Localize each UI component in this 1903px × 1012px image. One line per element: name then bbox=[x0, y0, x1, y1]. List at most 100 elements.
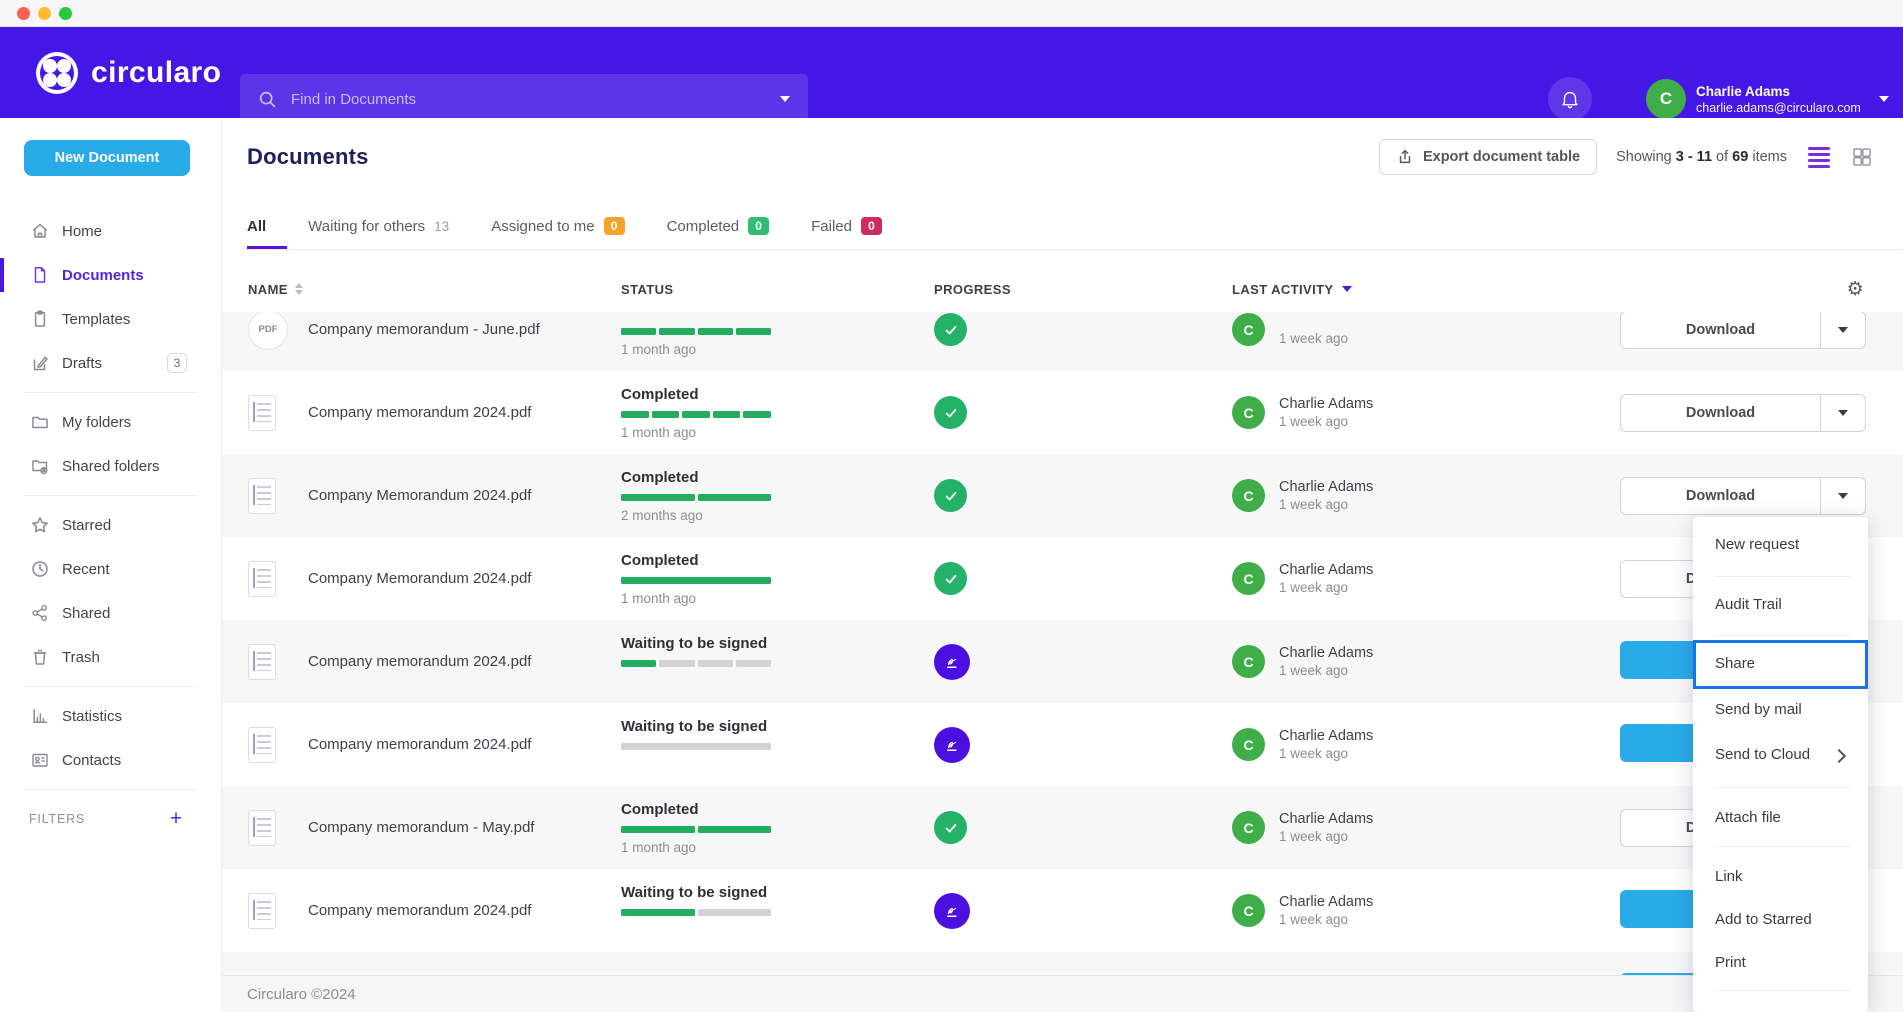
status-time: 2 months ago bbox=[621, 507, 934, 524]
table-row[interactable]: Company memorandum 2024.pdf Waiting to b… bbox=[222, 620, 1903, 703]
table-row[interactable]: Company memorandum - May.pdf Completed 1… bbox=[222, 786, 1903, 869]
menu-item-audit-trail[interactable]: Audit Trail bbox=[1715, 596, 1782, 614]
sidebar-item-shared-folders[interactable]: Shared folders bbox=[0, 444, 221, 488]
minimize-window-button[interactable] bbox=[38, 7, 51, 20]
sidebar-item-label: Drafts bbox=[62, 355, 102, 372]
sidebar-item-label: Home bbox=[62, 223, 102, 240]
zoom-window-button[interactable] bbox=[59, 7, 72, 20]
search-input[interactable] bbox=[289, 90, 780, 109]
menu-item-send-by-mail[interactable]: Send by mail bbox=[1715, 701, 1802, 719]
document-name[interactable]: Company Memorandum 2024.pdf bbox=[308, 570, 621, 587]
table-row[interactable]: PDF Company memorandum - June.pdf 1 mont… bbox=[222, 312, 1903, 371]
table-row[interactable]: Company Memorandum 2024.pdf Completed 2 … bbox=[222, 454, 1903, 537]
row-actions-dropdown-button[interactable] bbox=[1820, 312, 1865, 348]
user-menu[interactable]: C Charlie Adams charlie.adams@circularo.… bbox=[1646, 79, 1889, 119]
menu-divider bbox=[1715, 846, 1850, 847]
sidebar-item-starred[interactable]: Starred bbox=[0, 503, 221, 547]
sidebar-item-label: Documents bbox=[62, 267, 144, 284]
tab-badge: 0 bbox=[604, 217, 625, 235]
menu-item-share[interactable]: Share bbox=[1715, 655, 1755, 673]
tab-waiting-for-others[interactable]: Waiting for others 13 bbox=[287, 203, 470, 249]
table-row[interactable] bbox=[222, 952, 1903, 975]
document-name[interactable]: Company memorandum 2024.pdf bbox=[308, 653, 621, 670]
document-thumbnail-icon bbox=[248, 478, 276, 514]
notifications-button[interactable] bbox=[1548, 77, 1592, 121]
brand-logo[interactable]: circularo bbox=[36, 52, 221, 94]
document-name[interactable]: Company memorandum - May.pdf bbox=[308, 819, 621, 836]
activity-avatar: C bbox=[1232, 396, 1265, 429]
document-name[interactable]: Company memorandum 2024.pdf bbox=[308, 902, 621, 919]
table-row[interactable]: Company Memorandum 2024.pdf Completed 1 … bbox=[222, 537, 1903, 620]
download-button[interactable]: Download bbox=[1620, 312, 1866, 349]
export-document-table-button[interactable]: Export document table bbox=[1379, 139, 1597, 175]
table-row[interactable]: Company memorandum 2024.pdf Waiting to b… bbox=[222, 703, 1903, 786]
search-scope-caret-icon[interactable] bbox=[780, 96, 790, 102]
sidebar-item-drafts[interactable]: Drafts 3 bbox=[0, 341, 221, 385]
column-name[interactable]: NAME bbox=[248, 282, 621, 297]
sidebar-item-contacts[interactable]: Contacts bbox=[0, 738, 221, 782]
column-status[interactable]: STATUS bbox=[621, 282, 934, 297]
activity-user: Charlie Adams bbox=[1279, 561, 1373, 579]
sidebar-item-templates[interactable]: Templates bbox=[0, 297, 221, 341]
document-name[interactable]: Company memorandum 2024.pdf bbox=[308, 404, 621, 421]
grid-view-toggle[interactable] bbox=[1851, 146, 1873, 168]
document-name[interactable]: Company memorandum 2024.pdf bbox=[308, 736, 621, 753]
tab-all[interactable]: All bbox=[247, 203, 287, 249]
progress-bar bbox=[621, 909, 771, 916]
bar-chart-icon bbox=[30, 706, 50, 726]
tab-failed[interactable]: Failed 0 bbox=[790, 203, 903, 249]
activity-avatar: C bbox=[1232, 645, 1265, 678]
row-actions-dropdown-button-open[interactable] bbox=[1820, 478, 1865, 514]
page-title: Documents bbox=[247, 144, 369, 170]
sidebar-item-statistics[interactable]: Statistics bbox=[0, 694, 221, 738]
sidebar-item-home[interactable]: Home bbox=[0, 209, 221, 253]
list-view-toggle[interactable] bbox=[1806, 145, 1832, 170]
activity-time: 1 week ago bbox=[1279, 330, 1348, 347]
shared-folder-icon bbox=[30, 456, 50, 476]
document-tabs: All Waiting for others 13 Assigned to me… bbox=[247, 203, 1903, 250]
menu-item-send-to-cloud[interactable]: Send to Cloud bbox=[1715, 746, 1810, 764]
table-row[interactable]: Company memorandum 2024.pdf Waiting to b… bbox=[222, 869, 1903, 952]
table-settings-gear-icon[interactable]: ⚙ bbox=[1847, 278, 1864, 300]
column-progress[interactable]: PROGRESS bbox=[934, 282, 1232, 297]
sidebar-item-shared[interactable]: Shared bbox=[0, 591, 221, 635]
activity-time: 1 week ago bbox=[1279, 413, 1373, 430]
table-row[interactable]: Company memorandum 2024.pdf Completed 1 … bbox=[222, 371, 1903, 454]
app-header: circularo C Charlie Adams charlie.adams@… bbox=[0, 27, 1903, 118]
new-document-button[interactable]: New Document bbox=[24, 140, 190, 176]
status-title bbox=[621, 312, 934, 321]
add-filter-button[interactable]: + bbox=[170, 809, 183, 829]
menu-item-add-to-starred[interactable]: Add to Starred bbox=[1715, 911, 1812, 929]
download-button[interactable]: Download bbox=[1620, 394, 1866, 432]
sidebar-item-documents[interactable]: Documents bbox=[0, 253, 221, 297]
row-actions-dropdown-button[interactable] bbox=[1820, 395, 1865, 431]
document-thumbnail-icon bbox=[248, 810, 276, 846]
activity-avatar: C bbox=[1232, 811, 1265, 844]
completed-check-icon bbox=[934, 811, 967, 844]
tab-completed[interactable]: Completed 0 bbox=[646, 203, 791, 249]
grid-icon bbox=[1851, 146, 1873, 168]
download-button[interactable]: Download bbox=[1620, 477, 1866, 515]
activity-user: Charlie Adams bbox=[1279, 395, 1373, 413]
sidebar-item-label: My folders bbox=[62, 414, 131, 431]
bell-icon bbox=[1559, 88, 1581, 110]
tab-assigned-to-me[interactable]: Assigned to me 0 bbox=[470, 203, 645, 249]
sidebar-item-my-folders[interactable]: My folders bbox=[0, 400, 221, 444]
activity-avatar: C bbox=[1232, 313, 1265, 346]
user-name: Charlie Adams bbox=[1696, 83, 1861, 100]
status-title: Completed bbox=[621, 551, 934, 570]
document-thumbnail-icon bbox=[248, 727, 276, 763]
sidebar-item-trash[interactable]: Trash bbox=[0, 635, 221, 679]
menu-item-print[interactable]: Print bbox=[1715, 954, 1746, 972]
document-name[interactable]: Company memorandum - June.pdf bbox=[308, 321, 621, 338]
sidebar-item-label: Statistics bbox=[62, 708, 122, 725]
column-last-activity[interactable]: LAST ACTIVITY bbox=[1232, 282, 1620, 297]
sidebar: New Document Home Documents Templates Dr… bbox=[0, 118, 222, 1012]
menu-item-link[interactable]: Link bbox=[1715, 868, 1743, 886]
search-bar[interactable] bbox=[240, 74, 808, 124]
document-name[interactable]: Company Memorandum 2024.pdf bbox=[308, 487, 621, 504]
menu-item-attach-file[interactable]: Attach file bbox=[1715, 809, 1781, 827]
menu-item-new-request[interactable]: New request bbox=[1715, 536, 1799, 554]
close-window-button[interactable] bbox=[17, 7, 30, 20]
sidebar-item-recent[interactable]: Recent bbox=[0, 547, 221, 591]
